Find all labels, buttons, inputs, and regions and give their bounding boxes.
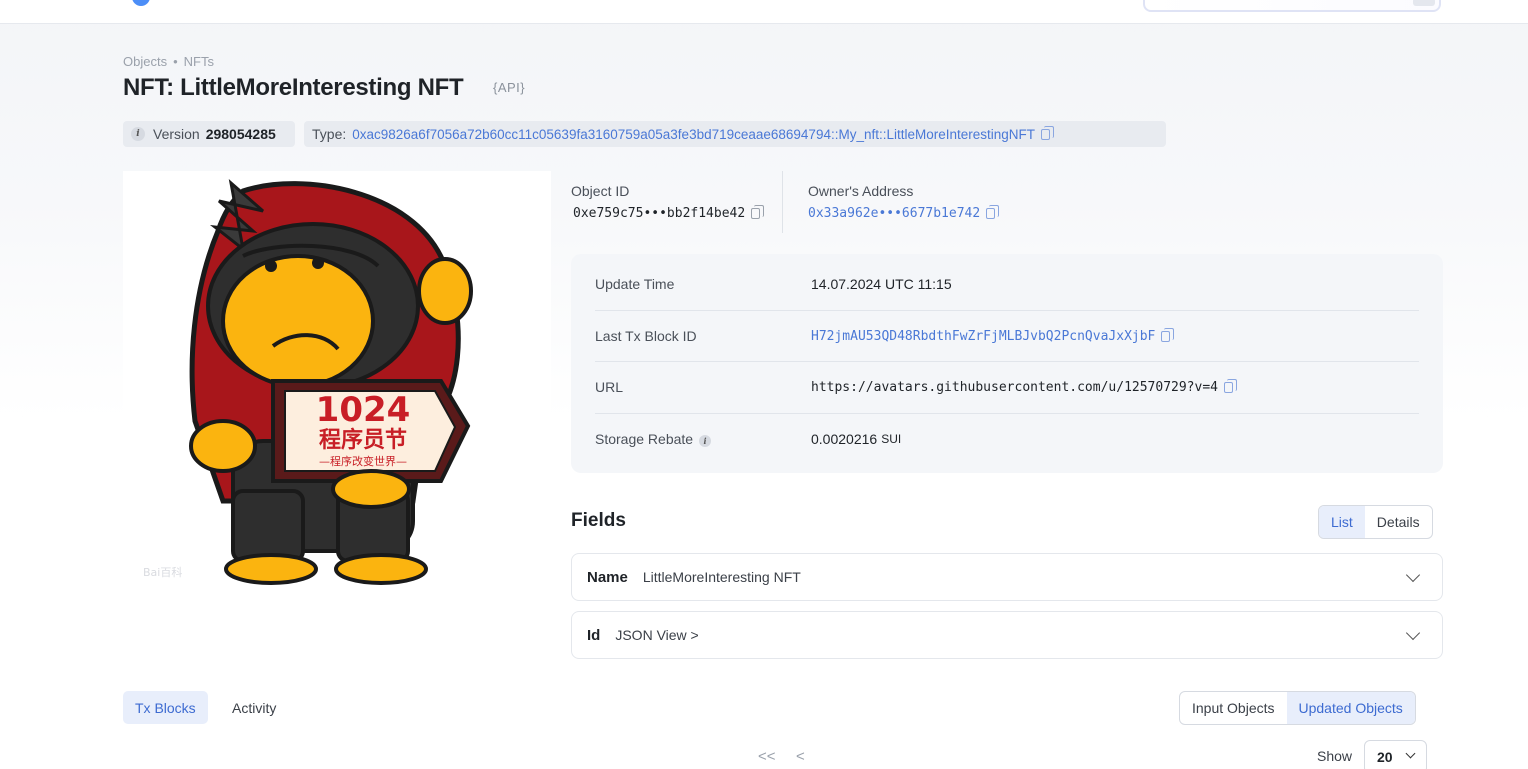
type-chip: Type: 0xac9826a6f7056a72b60cc11c05639fa3… (304, 121, 1166, 147)
api-link[interactable]: {API} (493, 80, 525, 95)
fields-title: Fields (571, 510, 626, 531)
sign-text-festival: 程序员节 (319, 427, 407, 453)
sign-text-slogan: —程序改变世界— (319, 454, 407, 468)
property-label: Update Time (595, 276, 675, 292)
meta-divider (782, 171, 783, 233)
monkey-mascot-illustration: 1024 程序员节 —程序改变世界— Bai百科 (143, 179, 473, 585)
page-size-value: 20 (1377, 749, 1393, 765)
property-row: Last Tx Block ID H72jmAU53QD48RbdthFwZrF… (595, 310, 1419, 362)
version-value: 298054285 (205, 126, 276, 142)
json-view-link[interactable]: JSON View > (615, 627, 698, 643)
field-value: LittleMoreInteresting NFT (642, 569, 801, 585)
list-view-button[interactable]: List (1319, 506, 1365, 538)
property-row: URL https://avatars.githubusercontent.co… (595, 361, 1419, 413)
input-objects-button[interactable]: Input Objects (1180, 692, 1287, 724)
field-row-name[interactable]: Name LittleMoreInteresting NFT (571, 553, 1443, 601)
breadcrumb-separator: • (173, 54, 178, 69)
property-row: Update Time 14.07.2024 UTC 11:15 (595, 258, 1419, 310)
object-id-text: 0xe759c75•••bb2f14be42 (573, 206, 746, 221)
copy-icon[interactable] (751, 205, 765, 219)
fields-view-toggle: List Details (1318, 505, 1433, 539)
nft-image: 1024 程序员节 —程序改变世界— Bai百科 (123, 171, 551, 599)
breadcrumb: Objects • NFTs (123, 54, 214, 69)
objects-filter-toggle: Input Objects Updated Objects (1179, 691, 1416, 725)
object-id-value: 0xe759c75•••bb2f14be42 (573, 205, 765, 221)
copy-icon[interactable] (986, 205, 1000, 219)
field-name: Name (587, 568, 628, 586)
info-icon: i (131, 127, 145, 141)
version-chip: i Version 298054285 (123, 121, 295, 147)
object-id-label: Object ID (571, 183, 630, 199)
version-label: Version (153, 126, 200, 142)
owner-label: Owner's Address (808, 183, 914, 199)
field-row-id[interactable]: Id JSON View > (571, 611, 1443, 659)
storage-rebate-value: 0.0020216 (811, 431, 878, 447)
property-label: Storage Rebate i (595, 431, 811, 447)
field-name: Id (587, 626, 601, 644)
tx-block-link[interactable]: H72jmAU53QD48RbdthFwZrFjMLBJvbQ2PcnQvaJx… (811, 329, 1155, 344)
tab-tx-blocks[interactable]: Tx Blocks (123, 691, 208, 724)
chevron-down-icon (1405, 748, 1416, 759)
info-icon[interactable]: i (698, 435, 711, 447)
property-label: URL (595, 379, 624, 395)
chevron-down-icon[interactable] (1405, 625, 1421, 641)
owner-value: 0x33a962e•••6677b1e742 (808, 205, 1000, 221)
prev-page-button[interactable]: < (796, 748, 805, 765)
first-page-button[interactable]: << (758, 748, 776, 765)
breadcrumb-objects[interactable]: Objects (123, 54, 167, 69)
property-row: Storage Rebate i 0.0020216 SUI (595, 413, 1419, 465)
watermark-text: Bai百科 (143, 565, 182, 579)
storage-rebate-label: Storage Rebate (595, 431, 694, 447)
page-size-label: Show (1317, 748, 1353, 764)
top-bar (0, 0, 1528, 24)
details-view-button[interactable]: Details (1365, 506, 1432, 538)
chevron-down-icon[interactable] (1405, 567, 1421, 583)
page-title: NFT: LittleMoreInteresting NFT (123, 74, 464, 101)
properties-panel: Update Time 14.07.2024 UTC 11:15 Last Tx… (571, 254, 1443, 473)
property-value: 14.07.2024 UTC 11:15 (811, 276, 952, 292)
url-text[interactable]: https://avatars.githubusercontent.com/u/… (811, 380, 1218, 395)
copy-icon[interactable] (1224, 378, 1237, 393)
copy-icon[interactable] (1161, 327, 1175, 342)
search-input[interactable] (1143, 0, 1441, 12)
currency-unit: SUI (881, 432, 902, 446)
property-label: Last Tx Block ID (595, 328, 697, 344)
copy-icon[interactable] (1041, 125, 1055, 140)
app-logo[interactable] (132, 0, 150, 6)
property-value: H72jmAU53QD48RbdthFwZrFjMLBJvbQ2PcnQvaJx… (811, 327, 1175, 344)
property-value: https://avatars.githubusercontent.com/u/… (811, 378, 1237, 395)
type-label: Type: (312, 126, 347, 142)
search-shortcut-badge (1413, 0, 1435, 6)
owner-address-link[interactable]: 0x33a962e•••6677b1e742 (808, 206, 980, 221)
sign-text-1024: 1024 (316, 390, 411, 430)
tab-activity[interactable]: Activity (220, 691, 288, 724)
updated-objects-button[interactable]: Updated Objects (1286, 692, 1415, 724)
page-size-select[interactable]: 20 (1364, 740, 1427, 769)
type-value-link[interactable]: 0xac9826a6f7056a72b60cc11c05639fa3160759… (352, 127, 1035, 142)
breadcrumb-nfts[interactable]: NFTs (184, 54, 214, 69)
property-value: 0.0020216 SUI (811, 431, 901, 447)
